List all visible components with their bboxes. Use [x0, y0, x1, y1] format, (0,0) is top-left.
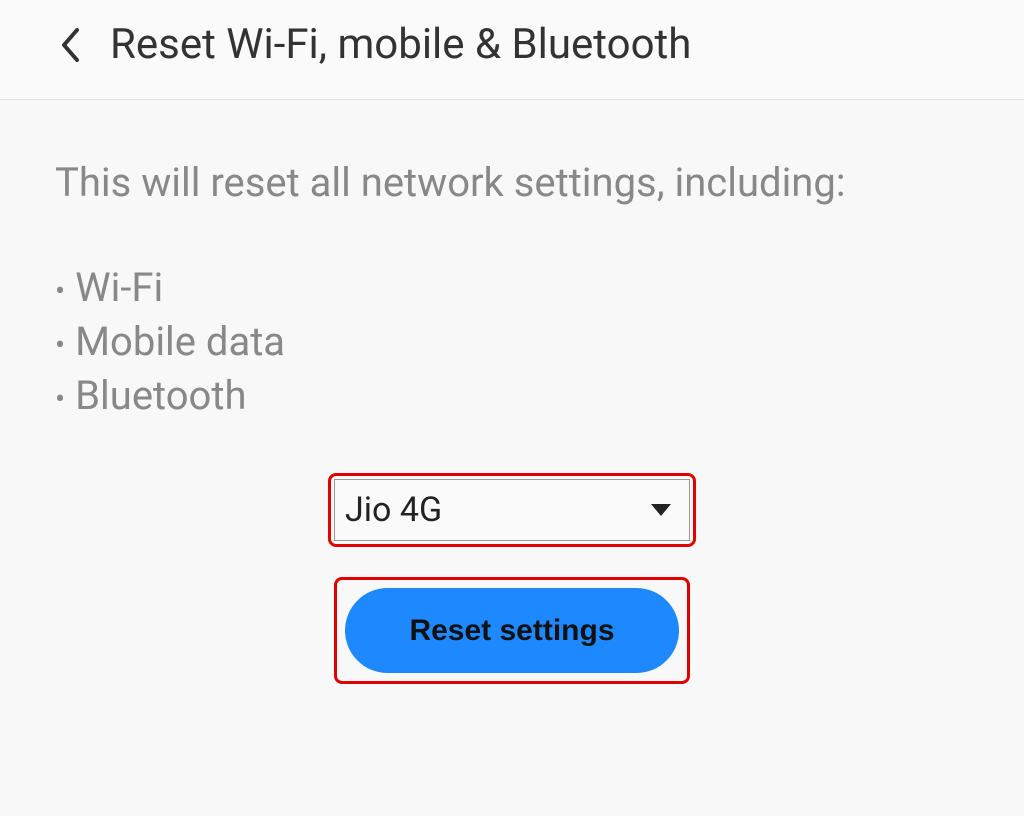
caret-down-icon — [651, 504, 671, 516]
bullet-label: Wi-Fi — [75, 261, 163, 315]
highlight-annotation: Reset settings — [334, 577, 690, 684]
list-item: • Mobile data — [55, 315, 969, 369]
network-dropdown[interactable]: Jio 4G — [334, 479, 690, 541]
description-text: This will reset all network settings, in… — [55, 155, 969, 211]
list-item: • Bluetooth — [55, 369, 969, 423]
bullet-label: Mobile data — [75, 315, 285, 369]
controls-area: Jio 4G Reset settings — [55, 473, 969, 684]
reset-settings-button[interactable]: Reset settings — [345, 588, 679, 673]
bullet-label: Bluetooth — [75, 369, 246, 423]
header: Reset Wi-Fi, mobile & Bluetooth — [0, 0, 1024, 100]
list-item: • Wi-Fi — [55, 261, 969, 315]
dropdown-selected-label: Jio 4G — [345, 490, 442, 530]
bullet-dot: • — [55, 277, 65, 307]
bullet-dot: • — [55, 385, 65, 415]
bullet-dot: • — [55, 331, 65, 361]
bullet-list: • Wi-Fi • Mobile data • Bluetooth — [55, 261, 969, 423]
highlight-annotation: Jio 4G — [328, 473, 696, 547]
chevron-left-icon — [59, 27, 81, 63]
content-area: This will reset all network settings, in… — [0, 100, 1024, 684]
page-title: Reset Wi-Fi, mobile & Bluetooth — [110, 20, 691, 69]
button-label: Reset settings — [409, 614, 614, 648]
back-button[interactable] — [50, 25, 90, 65]
